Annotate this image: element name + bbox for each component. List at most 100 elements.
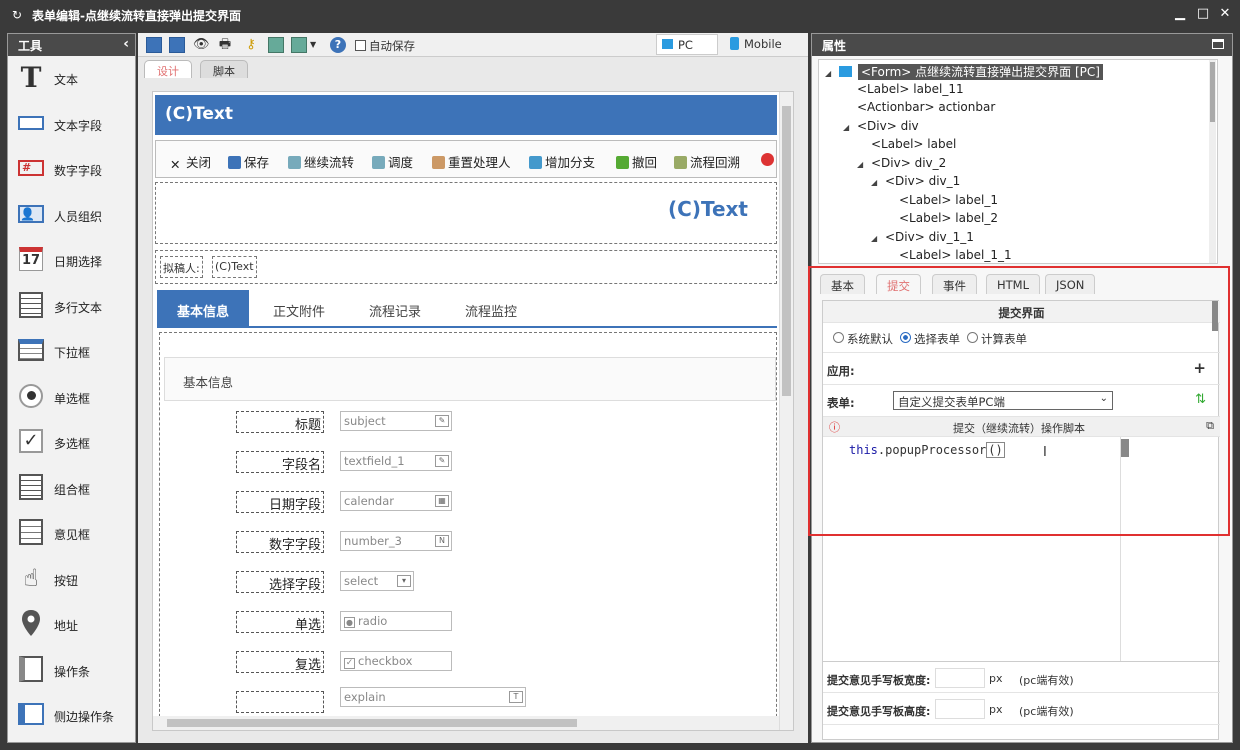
close-button[interactable]: ✕ (1217, 6, 1233, 21)
tab-flow-monitor[interactable]: 流程监控 (445, 290, 537, 328)
tool-select[interactable]: 下拉框 (8, 329, 135, 375)
tool-date[interactable]: 17 日期选择 (8, 238, 135, 284)
tool-side-actionbar[interactable]: 侧边操作条 (8, 693, 135, 739)
tab-design[interactable]: 设计 (144, 60, 192, 78)
calendar-field[interactable]: calendar ▦ (340, 491, 452, 511)
tool-combo[interactable]: 组合框 (8, 466, 135, 512)
checkbox-field[interactable]: ✓ checkbox (340, 651, 452, 671)
preview-icon[interactable]: 👁 (193, 37, 210, 53)
action-rollback[interactable]: 流程回溯 (674, 152, 740, 171)
tab-basic[interactable]: 基本 (820, 274, 865, 294)
tool-button[interactable]: ☝ 按钮 (8, 557, 135, 603)
scroll-thumb[interactable] (167, 719, 577, 727)
tool-textarea[interactable]: 多行文本 (8, 284, 135, 330)
key-icon[interactable]: ⚷ (243, 37, 259, 53)
number-field[interactable]: number_3 N (340, 531, 452, 551)
height-input[interactable] (935, 699, 985, 719)
tool-actionbar[interactable]: 操作条 (8, 648, 135, 694)
tree-node[interactable]: ◢ <Form> 点继续流转直接弹出提交界面 [PC] (825, 63, 1103, 80)
restore-icon[interactable] (1212, 39, 1224, 49)
horizontal-scrollbar[interactable] (153, 716, 779, 730)
tree-node[interactable]: ◢ <Div> div (843, 119, 919, 133)
tree-node[interactable]: <Actionbar> actionbar (857, 100, 995, 114)
tab-attachments[interactable]: 正文附件 (253, 290, 345, 328)
expand-icon[interactable]: ◢ (857, 160, 871, 169)
mobile-mode-button[interactable]: Mobile (726, 34, 798, 55)
radio-select-form[interactable] (900, 332, 911, 343)
form-canvas: (C)Text ✕ 关闭 保存 继续流转 调度 重置处理人 增加分支 撤回 流程回… (152, 91, 794, 731)
script-editor[interactable]: this.popupProcessor() I (823, 437, 1220, 661)
import-icon[interactable] (268, 37, 284, 53)
tab-events[interactable]: 事件 (932, 274, 977, 294)
tree-node[interactable]: <Label> label_2 (899, 211, 998, 225)
export-icon[interactable] (291, 37, 307, 53)
tool-textfield[interactable]: 文本字段 (8, 102, 135, 148)
action-close[interactable]: ✕ 关闭 (170, 152, 211, 172)
tool-radio[interactable]: 单选框 (8, 375, 135, 421)
editor-scrollbar[interactable] (1121, 439, 1129, 457)
refresh-icon[interactable]: ⇅ (1195, 392, 1206, 407)
tool-location[interactable]: 地址 (8, 602, 135, 648)
expand-icon[interactable]: ◢ (871, 234, 885, 243)
radio-system-default[interactable] (833, 332, 844, 343)
select-field[interactable]: select ▾ (340, 571, 414, 591)
help-icon[interactable]: ? (330, 37, 346, 53)
tab-html[interactable]: HTML (986, 274, 1041, 294)
minimize-button[interactable]: ▁ (1172, 6, 1188, 21)
action-retract[interactable]: 撤回 (616, 152, 657, 171)
action-dispatch[interactable]: 调度 (372, 152, 413, 171)
scroll-thumb[interactable] (782, 106, 791, 396)
expand-icon[interactable]: ◢ (825, 69, 839, 78)
pc-mode-button[interactable]: PC (656, 34, 718, 55)
pc-label: PC (678, 38, 693, 52)
tree-node[interactable]: <Label> label (871, 137, 956, 151)
expand-icon[interactable]: ◢ (843, 123, 857, 132)
action-add-branch[interactable]: 增加分支 (529, 152, 595, 171)
tool-checkbox[interactable]: ✓ 多选框 (8, 420, 135, 466)
autosave-checkbox[interactable] (355, 40, 366, 51)
tree-node[interactable]: ◢ <Div> div_1 (871, 174, 960, 188)
print-icon[interactable]: 🖶 (217, 37, 233, 53)
tab-submit[interactable]: 提交 (876, 274, 921, 294)
save-icon[interactable] (146, 37, 162, 53)
refresh-icon[interactable]: ↻ (12, 8, 22, 22)
tree-node[interactable]: <Label> label_1 (899, 193, 998, 207)
action-more[interactable] (761, 152, 777, 167)
action-continue[interactable]: 继续流转 (288, 152, 354, 171)
maximize-button[interactable]: □ (1195, 6, 1211, 21)
tree-node[interactable]: ◢ <Div> div_2 (857, 156, 946, 170)
panel-scrollbar[interactable] (1212, 301, 1218, 331)
collapse-icon[interactable]: ‹ (123, 36, 129, 52)
tool-text[interactable]: T 文本 (8, 56, 135, 102)
textfield-field[interactable]: textfield_1 ✎ (340, 451, 452, 471)
scroll-thumb[interactable] (1210, 62, 1215, 122)
action-reset-handler[interactable]: 重置处理人 (432, 152, 511, 171)
opinion-icon (17, 518, 45, 546)
tree-scrollbar[interactable] (1209, 60, 1216, 263)
tree-node[interactable]: <Label> label_1_1 (899, 248, 1012, 262)
form-select[interactable]: 自定义提交表单PC端 ⌄ (893, 391, 1113, 410)
px-unit: px (989, 703, 1003, 716)
tab-flow-record[interactable]: 流程记录 (349, 290, 441, 328)
action-save[interactable]: 保存 (228, 152, 269, 171)
tab-script[interactable]: 脚本 (200, 60, 248, 78)
tool-number[interactable]: # 数字字段 (8, 147, 135, 193)
tree-node[interactable]: ◢ <Div> div_1_1 (871, 230, 974, 244)
tab-basic-info[interactable]: 基本信息 (157, 290, 250, 328)
add-icon[interactable]: + (1193, 359, 1206, 377)
popout-icon[interactable]: ⧉ (1206, 419, 1214, 433)
save-as-icon[interactable] (169, 37, 185, 53)
radio-calculate-form[interactable] (967, 332, 978, 343)
tool-opinion[interactable]: 意见框 (8, 511, 135, 557)
tool-person[interactable]: 👤 人员组织 (8, 193, 135, 239)
vertical-scrollbar[interactable] (779, 92, 793, 730)
tab-json[interactable]: JSON (1045, 274, 1096, 294)
explain-field[interactable]: explain T (340, 687, 526, 707)
tree-node[interactable]: <Label> label_11 (857, 82, 964, 96)
designer-area: 👁 🖶 ⚷ ▼ ? 自动保存 PC Mobile 设计 脚本 (C)Text ✕… (138, 33, 808, 743)
width-input[interactable] (935, 668, 985, 688)
radio-field[interactable]: ● radio (340, 611, 452, 631)
subject-field[interactable]: subject ✎ (340, 411, 452, 431)
dropdown-arrow-icon[interactable]: ▼ (310, 37, 326, 53)
expand-icon[interactable]: ◢ (871, 178, 885, 187)
